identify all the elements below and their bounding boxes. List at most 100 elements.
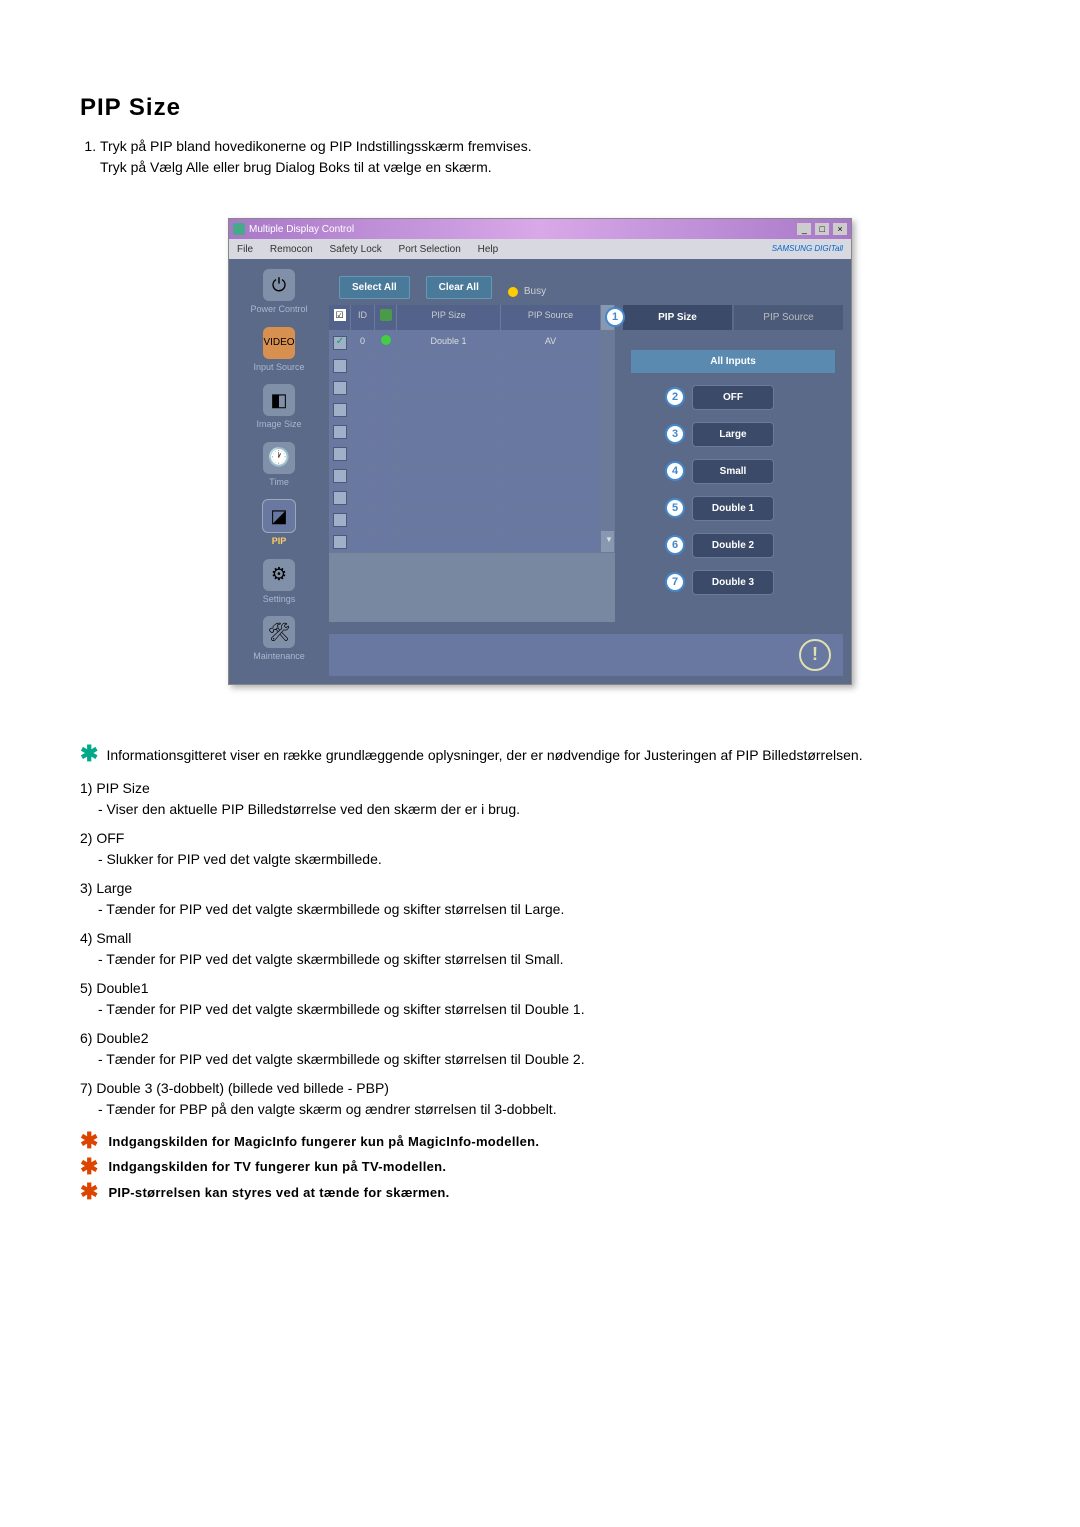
item-num: 3) [80,880,92,896]
option-off[interactable]: 2OFF [692,385,774,410]
list-item: 2) OFF - Slukker for PIP ved det valgte … [80,828,1000,870]
item-title: Double1 [96,980,148,996]
grid-row-empty [329,421,615,443]
callout-3: 3 [665,424,685,444]
row-checkbox[interactable] [333,447,347,461]
sidebar-label: Maintenance [233,650,325,664]
row-checkbox[interactable] [333,513,347,527]
menu-remocon[interactable]: Remocon [270,244,313,255]
time-icon: 🕐 [263,442,295,474]
asterisk-icon: ✱ [80,745,98,763]
tab-pip-size[interactable]: 1 PIP Size [623,305,732,330]
scroll-down-icon[interactable]: ▼ [601,531,615,553]
option-double1[interactable]: 5Double 1 [692,496,774,521]
sidebar-item-settings[interactable]: ⚙ Settings [233,559,325,607]
callout-5: 5 [665,498,685,518]
grid-row-empty: ▼ [329,531,615,553]
item-desc: - Tænder for PIP ved det valgte skærmbil… [80,1049,1000,1070]
option-label: Large [719,429,746,440]
app-title: Multiple Display Control [249,222,354,237]
grid-row[interactable]: 0 Double 1 AV [329,331,615,355]
tab-label: PIP Source [763,312,813,323]
list-item: 6) Double2 - Tænder for PIP ved det valg… [80,1028,1000,1070]
asterisk-red-icon: ✱ [80,1183,98,1201]
busy-dot-icon [508,287,518,297]
sidebar: ⏻ Power Control VIDEO Input Source ◧ Ima… [229,259,329,684]
item-title: Double 3 (3-dobbelt) (billede ved billed… [96,1080,389,1096]
menu-port-selection[interactable]: Port Selection [399,244,461,255]
callout-2: 2 [665,387,685,407]
asterisk-red-icon: ✱ [80,1158,98,1176]
row-checkbox[interactable] [333,381,347,395]
menu-help[interactable]: Help [478,244,499,255]
info-text: Informationsgitteret viser en række grun… [106,745,862,766]
sidebar-item-maintenance[interactable]: 🛠 Maintenance [233,616,325,664]
sidebar-item-input[interactable]: VIDEO Input Source [233,327,325,375]
sidebar-label: Settings [233,593,325,607]
sidebar-label: PIP [233,535,325,549]
grid-row-empty [329,465,615,487]
maximize-button[interactable]: □ [815,223,829,235]
asterisk-red-icon: ✱ [80,1132,98,1150]
busy-indicator: Busy [508,284,546,299]
note-text: Indgangskilden for TV fungerer kun på TV… [108,1157,446,1177]
sidebar-item-time[interactable]: 🕐 Time [233,442,325,490]
select-all-button[interactable]: Select All [339,276,410,299]
option-label: Double 3 [712,577,754,588]
item-title: Double2 [96,1030,148,1046]
menu-file[interactable]: File [237,244,253,255]
row-checkbox[interactable] [333,491,347,505]
row-pip-source: AV [501,331,601,355]
intro-list: Tryk på PIP bland hovedikonerne og PIP I… [80,136,1000,178]
app-screenshot: Multiple Display Control _ □ × File Remo… [228,218,852,685]
option-label: Double 2 [712,540,754,551]
item-desc: - Slukker for PIP ved det valgte skærmbi… [80,849,1000,870]
minimize-button[interactable]: _ [797,223,811,235]
sidebar-label: Image Size [233,418,325,432]
sidebar-label: Input Source [233,361,325,375]
row-checkbox[interactable] [333,336,347,350]
app-titlebar: Multiple Display Control _ □ × [229,219,851,239]
note-text: PIP-størrelsen kan styres ved at tænde f… [108,1183,449,1203]
input-icon: VIDEO [263,327,295,359]
grid-row-empty [329,399,615,421]
note-row: ✱ Indgangskilden for TV fungerer kun på … [80,1157,1000,1177]
option-large[interactable]: 3Large [692,422,774,447]
row-checkbox[interactable] [333,469,347,483]
display-grid: ☑ ID PIP Size PIP Source ▲ 0 Double 1 AV [329,305,615,622]
scroll-track[interactable] [601,331,615,355]
sidebar-item-image[interactable]: ◧ Image Size [233,384,325,432]
option-double2[interactable]: 6Double 2 [692,533,774,558]
grid-row-empty [329,355,615,377]
option-double3[interactable]: 7Double 3 [692,570,774,595]
row-checkbox[interactable] [333,359,347,373]
app-icon [233,223,245,235]
grid-row-empty [329,487,615,509]
sidebar-item-pip[interactable]: ◪ PIP [233,499,325,549]
sidebar-item-power[interactable]: ⏻ Power Control [233,269,325,317]
item-num: 6) [80,1030,92,1046]
row-id: 0 [351,331,375,355]
grid-row-empty [329,377,615,399]
option-label: Double 1 [712,503,754,514]
tab-label: PIP Size [658,312,697,323]
item-num: 4) [80,930,92,946]
toolbar: Select All Clear All Busy [329,259,851,305]
option-small[interactable]: 4Small [692,459,774,484]
all-inputs-button[interactable]: All Inputs [631,350,835,373]
window-controls: _ □ × [796,222,847,237]
header-status-icon [380,309,392,321]
item-list: 1) PIP Size - Viser den aktuelle PIP Bil… [80,778,1000,1120]
row-checkbox[interactable] [333,403,347,417]
close-button[interactable]: × [833,223,847,235]
clear-all-button[interactable]: Clear All [426,276,492,299]
row-checkbox[interactable] [333,425,347,439]
grid-header: ☑ ID PIP Size PIP Source ▲ [329,305,615,331]
sidebar-label: Time [233,476,325,490]
header-pip-source: PIP Source [501,305,601,331]
menu-safety-lock[interactable]: Safety Lock [330,244,382,255]
option-label: Small [720,466,747,477]
callout-6: 6 [665,535,685,555]
tab-pip-source[interactable]: PIP Source [734,305,843,330]
row-checkbox[interactable] [333,535,347,549]
